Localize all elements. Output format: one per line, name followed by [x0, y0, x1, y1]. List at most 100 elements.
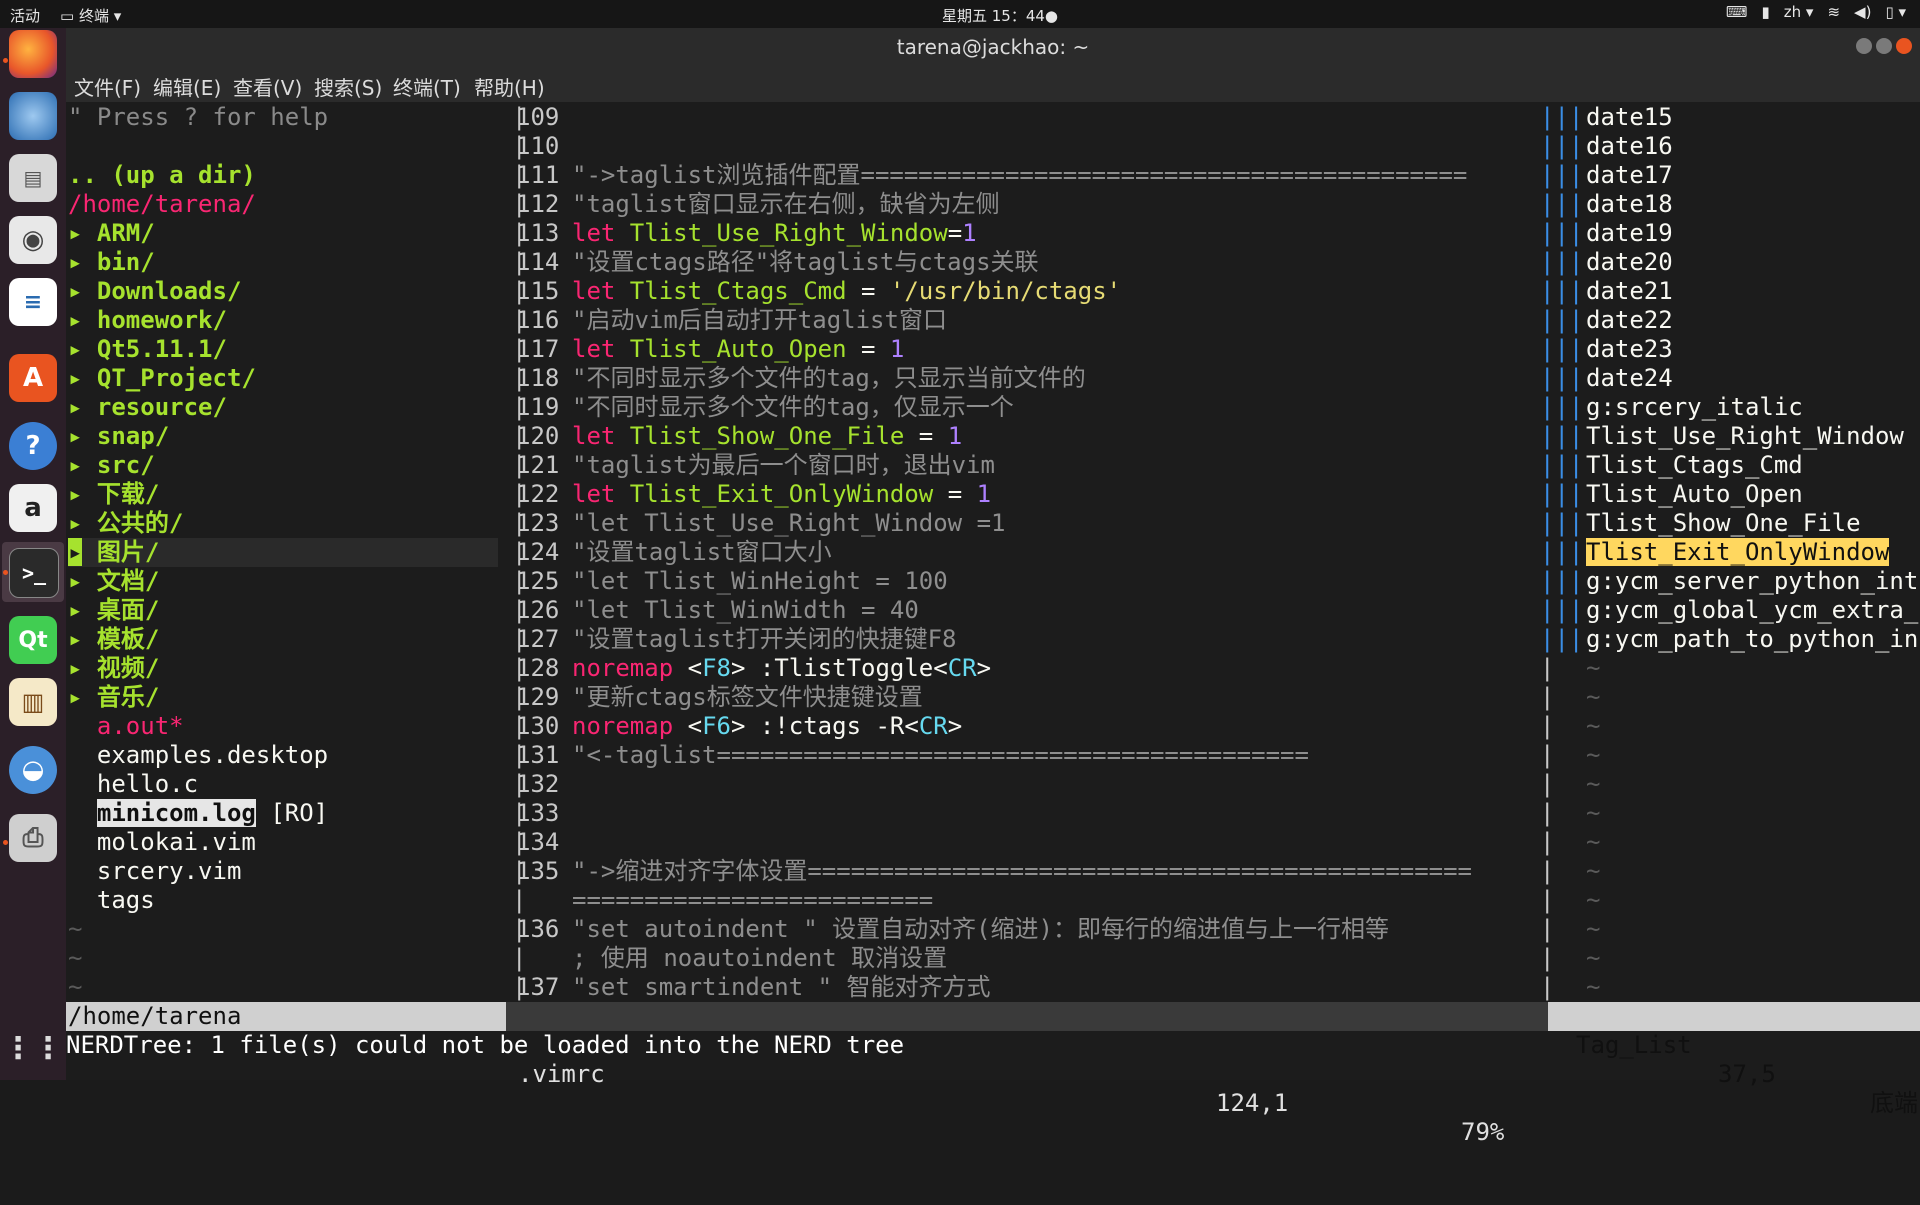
- editor-line[interactable]: 131 "<-taglist===========================…: [516, 741, 1309, 770]
- editor-line[interactable]: 113 let Tlist_Use_Right_Window=1: [516, 219, 977, 248]
- taglist-item[interactable]: date16: [1586, 132, 1673, 161]
- editor-line[interactable]: 115 let Tlist_Ctags_Cmd = '/usr/bin/ctags…: [516, 277, 1121, 306]
- book-icon[interactable]: ▮: [1762, 3, 1770, 21]
- maximize-icon[interactable]: [1876, 38, 1892, 54]
- nerdtree-dir-item[interactable]: ▸ 下载/: [68, 480, 159, 509]
- editor-line[interactable]: 119 "不同时显示多个文件的tag，仅显示一个: [516, 393, 1014, 422]
- system-tray[interactable]: ⌨ ▮ zh ▾ ≋ ◀) ▯ ▾: [1726, 3, 1906, 21]
- software-center-icon[interactable]: A: [9, 354, 57, 402]
- taglist-item[interactable]: date21: [1586, 277, 1673, 306]
- editor-line[interactable]: 121 "taglist为最后一个窗口时，退出vim: [516, 451, 995, 480]
- editor-line[interactable]: 127 "设置taglist打开关闭的快捷键F8: [516, 625, 957, 654]
- nerdtree-file-item[interactable]: a.out*: [68, 712, 184, 741]
- taglist-item[interactable]: date18: [1586, 190, 1673, 219]
- taglist-item[interactable]: g:ycm_path_to_python_in: [1586, 625, 1918, 654]
- nerdtree-dir-item[interactable]: ▸ 视频/: [68, 654, 159, 683]
- taglist-item[interactable]: Tlist_Exit_OnlyWindow: [1586, 538, 1890, 567]
- taglist-item[interactable]: g:srcery_italic: [1586, 393, 1803, 422]
- taglist-item[interactable]: Tlist_Ctags_Cmd: [1586, 451, 1803, 480]
- nerdtree-file-item[interactable]: tags: [68, 886, 155, 915]
- qt-creator-icon[interactable]: Qt: [9, 616, 57, 664]
- nerdtree-dir-item[interactable]: ▸ snap/: [68, 422, 169, 451]
- editor-line[interactable]: 124 "设置taglist窗口大小: [516, 538, 832, 567]
- terminal-area[interactable]: " Press ? for help.. (up a dir)/home/tar…: [66, 102, 1920, 1146]
- menu-file[interactable]: 文件(F): [74, 72, 141, 101]
- nerdtree-dir-item[interactable]: ▸ Downloads/: [68, 277, 241, 306]
- nerdtree-dir-item[interactable]: ▸ 文档/: [68, 567, 159, 596]
- editor-line[interactable]: 120 let Tlist_Show_One_File = 1: [516, 422, 962, 451]
- editor-line[interactable]: 129 "更新ctags标签文件快捷键设置: [516, 683, 923, 712]
- nerdtree-file-item[interactable]: examples.desktop: [68, 741, 328, 770]
- editor-line[interactable]: 112 "taglist窗口显示在右侧，缺省为左侧: [516, 190, 1000, 219]
- menu-terminal[interactable]: 终端(T): [393, 72, 461, 101]
- taglist-item[interactable]: date15: [1586, 103, 1673, 132]
- nerdtree-dir-item[interactable]: ▸ homework/: [68, 306, 227, 335]
- editor-line[interactable]: 114 "设置ctags路径"将taglist与ctags关联: [516, 248, 1039, 277]
- taglist-item[interactable]: g:ycm_server_python_int: [1586, 567, 1918, 596]
- menu-help[interactable]: 帮助(H): [474, 72, 545, 101]
- taglist-item[interactable]: date22: [1586, 306, 1673, 335]
- nerdtree-dir-item[interactable]: ▸ resource/: [68, 393, 227, 422]
- editor-line[interactable]: 130 noremap <F6> :!ctags -R<CR>: [516, 712, 962, 741]
- taglist-item[interactable]: date20: [1586, 248, 1673, 277]
- editor-line[interactable]: ; 使用 noautoindent 取消设置: [516, 944, 947, 973]
- editor-line[interactable]: 136 "set autoindent " 设置自动对齐(缩进)：即每行的缩进值与…: [516, 915, 1389, 944]
- taglist-item[interactable]: date23: [1586, 335, 1673, 364]
- editor-line[interactable]: 122 let Tlist_Exit_OnlyWindow = 1: [516, 480, 991, 509]
- taglist-pane[interactable]: date15 date16 date17 date18 date19 date20 date…: [1524, 102, 1920, 1002]
- editor-line[interactable]: 132: [516, 770, 572, 799]
- editor-line[interactable]: =========================: [516, 886, 933, 915]
- files-icon[interactable]: ▤: [9, 154, 57, 202]
- editor-line[interactable]: 128 noremap <F8> :TlistToggle<CR>: [516, 654, 991, 683]
- nerdtree-file-item[interactable]: molokai.vim: [68, 828, 256, 857]
- printer-icon[interactable]: ⎙: [9, 814, 57, 862]
- editor-line[interactable]: 134: [516, 828, 572, 857]
- wifi-icon[interactable]: ≋: [1827, 3, 1840, 21]
- nerdtree-dir-item[interactable]: ▸ bin/: [68, 248, 155, 277]
- editor-line[interactable]: 123 "let Tlist_Use_Right_Window =1: [516, 509, 1005, 538]
- battery-icon[interactable]: ▯ ▾: [1885, 3, 1906, 21]
- input-method-label[interactable]: zh ▾: [1784, 3, 1814, 21]
- menu-view[interactable]: 查看(V): [233, 72, 302, 101]
- taglist-item[interactable]: date19: [1586, 219, 1673, 248]
- nerdtree-dir-item[interactable]: ▸ Qt5.11.1/: [68, 335, 227, 364]
- editor-line[interactable]: 137 "set smartindent " 智能对齐方式: [516, 973, 991, 1002]
- writer-icon[interactable]: ≡: [9, 278, 57, 326]
- menu-search[interactable]: 搜索(S): [314, 72, 382, 101]
- editor-line[interactable]: 110: [516, 132, 572, 161]
- nerdtree-pane[interactable]: " Press ? for help .. (up a dir)/home/tar…: [66, 102, 506, 1002]
- nerdtree-file-item[interactable]: hello.c: [68, 770, 198, 799]
- editor-pane[interactable]: 109 110 111 "->taglist浏览插件配置===============…: [516, 102, 1536, 1002]
- help-icon[interactable]: ?: [9, 422, 57, 470]
- taglist-item[interactable]: date24: [1586, 364, 1673, 393]
- editor-line[interactable]: 111 "->taglist浏览插件配置=====================…: [516, 161, 1467, 190]
- rhythmbox-icon[interactable]: ◉: [9, 216, 57, 264]
- nerdtree-dir-item[interactable]: ▸ QT_Project/: [68, 364, 256, 393]
- disk-utility-icon[interactable]: ◒: [9, 746, 57, 794]
- editor-line[interactable]: 109: [516, 103, 572, 132]
- window-titlebar[interactable]: tarena@jackhao: ~: [66, 28, 1920, 66]
- editor-line[interactable]: 125 "let Tlist_WinHeight = 100: [516, 567, 948, 596]
- editor-line[interactable]: 126 "let Tlist_WinWidth = 40: [516, 596, 919, 625]
- editor-line[interactable]: 117 let Tlist_Auto_Open = 1: [516, 335, 904, 364]
- terminal-icon[interactable]: >_: [9, 548, 59, 598]
- editor-line[interactable]: 135 "->缩进对齐字体设置==========================…: [516, 857, 1472, 886]
- taglist-item[interactable]: g:ycm_global_ycm_extra_: [1586, 596, 1918, 625]
- editor-line[interactable]: 118 "不同时显示多个文件的tag，只显示当前文件的: [516, 364, 1086, 393]
- taglist-item[interactable]: Tlist_Use_Right_Window: [1586, 422, 1904, 451]
- keyboard-icon[interactable]: ⌨: [1726, 3, 1748, 21]
- firefox-icon[interactable]: [9, 30, 57, 78]
- nerdtree-dir-item[interactable]: ▸ 图片/: [68, 538, 498, 567]
- clock[interactable]: 星期五 15：44●: [940, 5, 1060, 26]
- app-menu[interactable]: ▭ 终端 ▾: [60, 5, 121, 26]
- close-icon[interactable]: [1896, 38, 1912, 54]
- nerdtree-dir-item[interactable]: ▸ 公共的/: [68, 509, 183, 538]
- amazon-icon[interactable]: a: [9, 484, 57, 532]
- volume-icon[interactable]: ◀): [1854, 3, 1871, 21]
- nerdtree-dir-item[interactable]: ▸ 音乐/: [68, 683, 159, 712]
- taglist-item[interactable]: Tlist_Auto_Open: [1586, 480, 1803, 509]
- dictionary-icon[interactable]: ▥: [9, 678, 57, 726]
- thunderbird-icon[interactable]: [9, 92, 57, 140]
- nerdtree-dir-item[interactable]: ▸ 模板/: [68, 625, 159, 654]
- minimize-icon[interactable]: [1856, 38, 1872, 54]
